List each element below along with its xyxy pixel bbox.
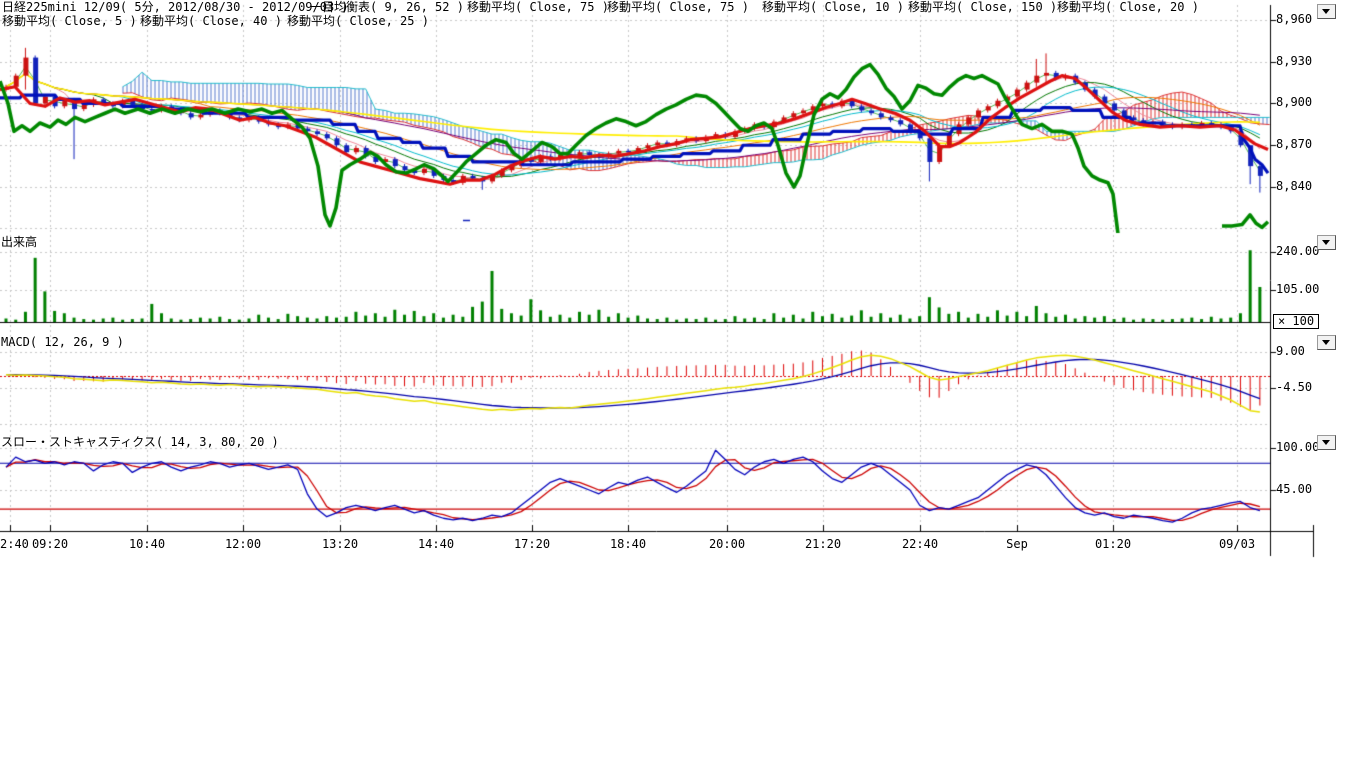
time-label: 13:20 xyxy=(312,538,368,551)
time-label: 20:00 xyxy=(699,538,755,551)
macd-axis-tick: 9.00 xyxy=(1276,345,1305,358)
legend-ma5: 移動平均( Close, 5 ) xyxy=(2,15,137,28)
price-axis-tick: 8,840 xyxy=(1276,180,1312,193)
volume-scale-dropdown[interactable] xyxy=(1317,235,1336,250)
stoch-scale-dropdown[interactable] xyxy=(1317,435,1336,450)
chevron-down-icon xyxy=(1322,340,1330,345)
time-label: Sep xyxy=(989,538,1045,551)
time-label: 22:40 xyxy=(892,538,948,551)
legend-ma75-a: 移動平均( Close, 75 ) xyxy=(467,1,609,14)
time-label: 17:20 xyxy=(504,538,560,551)
price-axis-tick: 8,870 xyxy=(1276,138,1312,151)
price-axis-tick: 8,900 xyxy=(1276,96,1312,109)
time-label: 10:40 xyxy=(119,538,175,551)
chart-title: 日経225mini 12/09( 5分, 2012/08/30 - 2012/0… xyxy=(2,1,349,14)
legend-ichimoku: 一目均衡表( 9, 26, 52 ) xyxy=(310,1,464,14)
volume-axis-tick: 240.00 xyxy=(1276,245,1319,258)
volume-axis-tick: 105.00 xyxy=(1276,283,1319,296)
chart-canvas[interactable] xyxy=(0,0,1366,768)
legend-ma20: 移動平均( Close, 20 ) xyxy=(1057,1,1199,14)
time-label: 01:20 xyxy=(1085,538,1141,551)
legend-ma40: 移動平均( Close, 40 ) xyxy=(140,15,282,28)
time-label: 09/03 xyxy=(1209,538,1265,551)
macd-pane-label: MACD( 12, 26, 9 ) xyxy=(1,336,124,349)
stoch-pane-label: スロー・ストキャスティクス( 14, 3, 80, 20 ) xyxy=(1,436,279,449)
time-label: 18:40 xyxy=(600,538,656,551)
time-label: 09:20 xyxy=(22,538,78,551)
stoch-axis-tick: 100.00 xyxy=(1276,441,1319,454)
chevron-down-icon xyxy=(1322,9,1330,14)
price-axis-tick: 8,960 xyxy=(1276,13,1312,26)
volume-pane-label: 出来高 xyxy=(1,236,37,249)
macd-axis-tick: -4.50 xyxy=(1276,381,1312,394)
legend-ma75-b: 移動平均( Close, 75 ) xyxy=(607,1,749,14)
stoch-axis-tick: 45.00 xyxy=(1276,483,1312,496)
chart-workspace: { "header": { "series_label": "日経225mini… xyxy=(0,0,1366,768)
price-scale-dropdown[interactable] xyxy=(1317,4,1336,19)
legend-ma10: 移動平均( Close, 10 ) xyxy=(762,1,904,14)
time-label: 12:00 xyxy=(215,538,271,551)
price-axis-tick: 8,930 xyxy=(1276,55,1312,68)
chevron-down-icon xyxy=(1322,240,1330,245)
macd-scale-dropdown[interactable] xyxy=(1317,335,1336,350)
time-label: 21:20 xyxy=(795,538,851,551)
legend-ma150: 移動平均( Close, 150 ) xyxy=(908,1,1057,14)
chevron-down-icon xyxy=(1322,440,1330,445)
volume-multiplier-box: × 100 xyxy=(1273,314,1319,329)
time-label: 14:40 xyxy=(408,538,464,551)
legend-ma25: 移動平均( Close, 25 ) xyxy=(287,15,429,28)
